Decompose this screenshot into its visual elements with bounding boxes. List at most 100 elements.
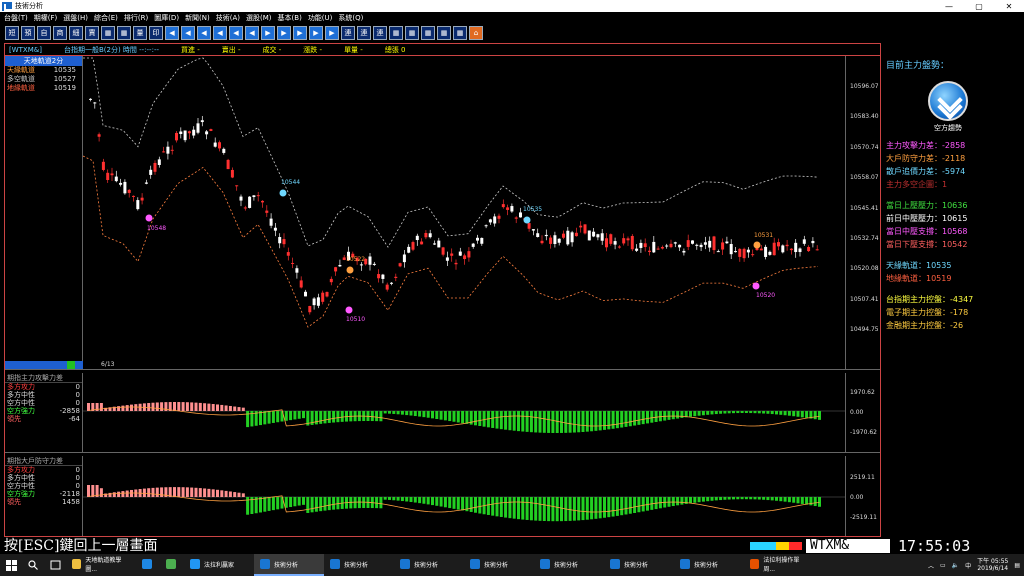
candle-body — [467, 251, 471, 258]
histogram-bar — [641, 411, 645, 425]
candle-body — [445, 257, 449, 261]
candle-body — [652, 241, 656, 253]
taskbar-app[interactable]: 法拉利操作單周... — [744, 554, 814, 576]
taskbar-app[interactable]: 技術分析 — [254, 554, 324, 576]
start-icon[interactable] — [0, 554, 22, 576]
toolbar-button[interactable]: 連 — [357, 25, 371, 40]
input-method-icon[interactable]: 中 — [965, 561, 971, 570]
menu-item-technical[interactable]: 技術(A) — [216, 13, 240, 23]
toolbar-button[interactable]: ◀ — [165, 25, 179, 40]
toolbar-button[interactable]: 印 — [149, 25, 163, 40]
toolbar-button[interactable]: ◀ — [213, 25, 227, 40]
menu-item-select[interactable]: 選盤(H) — [63, 13, 88, 23]
taskbar-date: 2019/6/14 — [977, 565, 1009, 572]
indicator-title[interactable]: 天地軌道2分 — [5, 56, 82, 66]
candle-body — [196, 123, 200, 133]
toolbar-button[interactable]: ◀ — [197, 25, 211, 40]
candle-body — [540, 240, 544, 244]
chevron-up-icon[interactable]: ︿ — [928, 561, 934, 570]
menu-item-futures[interactable]: 期權(F) — [34, 13, 58, 23]
volume-icon[interactable]: 🔈 — [952, 562, 959, 569]
histogram-bar — [719, 497, 723, 501]
price-chart[interactable]: 10544 10548 10522 10510 10535 10531 10520 6/13 … — [82, 56, 880, 369]
marker-label: 10520 — [756, 292, 775, 299]
candle-body — [471, 243, 475, 247]
toolbar-button[interactable]: ▦ — [405, 25, 419, 40]
toolbar-button[interactable]: 短 — [5, 25, 19, 40]
toolbar-button[interactable]: ▶ — [261, 25, 275, 40]
taskbar-app[interactable] — [160, 554, 184, 576]
menu-item-screener[interactable]: 選股(M) — [246, 13, 272, 23]
toolbar-button[interactable]: 自 — [37, 25, 51, 40]
toolbar-button[interactable]: ▶ — [277, 25, 291, 40]
toolbar-button[interactable]: ▶ — [309, 25, 323, 40]
toolbar-button[interactable]: ▦ — [437, 25, 451, 40]
menu-item-news[interactable]: 新聞(N) — [185, 13, 210, 23]
toolbar-button[interactable]: ⌂ — [469, 25, 483, 40]
menu-item-overview[interactable]: 綜合(E) — [94, 13, 118, 23]
taskbar-app[interactable] — [136, 554, 160, 576]
histogram-bar — [452, 411, 456, 422]
candle-body — [295, 268, 299, 273]
menu-item-fundamental[interactable]: 基本(B) — [278, 13, 302, 23]
histogram-bar — [633, 497, 637, 513]
taskbar-app[interactable]: 技術分析 — [674, 554, 744, 576]
candle-body — [497, 215, 501, 219]
toolbar-button[interactable]: ▦ — [389, 25, 403, 40]
candlestick-chart[interactable]: 10544 10548 10522 10510 10535 10531 10520 6/13 — [82, 56, 845, 369]
menu-item-functions[interactable]: 功能(U) — [308, 13, 333, 23]
histogram-bar — [314, 497, 318, 512]
toolbar-button[interactable]: ▶ — [293, 25, 307, 40]
candle-body — [385, 284, 389, 290]
attack-force-histogram[interactable] — [83, 373, 845, 452]
taskbar-app[interactable]: 天地軌道教學圖... — [66, 554, 136, 576]
search-icon[interactable] — [22, 554, 44, 576]
network-icon[interactable]: ▭ — [940, 562, 946, 569]
candle-body — [600, 233, 604, 241]
defense-force-histogram[interactable] — [83, 456, 845, 536]
histogram-bar — [469, 497, 473, 512]
histogram-bar — [521, 411, 525, 432]
toolbar-button[interactable]: ▦ — [453, 25, 467, 40]
task-view-icon[interactable] — [44, 554, 66, 576]
taskbar-app[interactable]: 技術分析 — [604, 554, 674, 576]
sub-panel-title[interactable]: 期指大戶防守力差 — [5, 456, 82, 466]
toolbar-button[interactable]: ◀ — [181, 25, 195, 40]
toolbar-button[interactable]: ◀ — [245, 25, 259, 40]
toolbar-button[interactable]: ▦ — [421, 25, 435, 40]
taskbar-app[interactable]: 技術分析 — [464, 554, 534, 576]
toolbar-button[interactable]: 預 — [21, 25, 35, 40]
toolbar-button[interactable]: 連 — [341, 25, 355, 40]
menu-item-quote[interactable]: 台盤(T) — [4, 13, 28, 23]
toolbar-button[interactable]: ▶ — [325, 25, 339, 40]
taskbar-app[interactable]: 技術分析 — [534, 554, 604, 576]
toolbar-button[interactable]: 量 — [133, 25, 147, 40]
taskbar-app[interactable]: 技術分析 — [324, 554, 394, 576]
candle-body — [235, 185, 239, 187]
histogram-bar — [783, 411, 787, 416]
candle-body — [734, 251, 737, 253]
sub-value: 0 — [75, 482, 80, 490]
toolbar-button[interactable]: 賈 — [85, 25, 99, 40]
menu-item-system[interactable]: 系統(Q) — [338, 13, 363, 23]
toolbar-button[interactable]: 細 — [69, 25, 83, 40]
candle-body — [458, 251, 462, 256]
taskbar-app[interactable]: 技術分析 — [394, 554, 464, 576]
menu-item-charts[interactable]: 圖庫(D) — [154, 13, 179, 23]
toolbar-button[interactable]: ▦ — [101, 25, 115, 40]
close-button[interactable]: ✕ — [994, 2, 1024, 11]
toolbar-button[interactable]: 連 — [373, 25, 387, 40]
histogram-bar — [396, 411, 400, 415]
toolbar-button[interactable]: 商 — [53, 25, 67, 40]
notification-icon[interactable]: ▤ — [1014, 562, 1020, 569]
symbol-code-box[interactable]: WTXM& — [806, 539, 890, 553]
taskbar-clock[interactable]: 下午 05:55 2019/6/14 — [977, 558, 1008, 572]
maximize-button[interactable]: ▢ — [964, 2, 994, 11]
taskbar-app[interactable]: 法拉利贏家 — [184, 554, 254, 576]
toolbar-button[interactable]: ▦ — [117, 25, 131, 40]
minimize-button[interactable]: — — [934, 2, 964, 11]
menu-item-ranking[interactable]: 排行(R) — [124, 13, 148, 23]
sub-panel-title[interactable]: 期指主力攻擊力差 — [5, 373, 82, 383]
toolbar-button[interactable]: ◀ — [229, 25, 243, 40]
scroll-indicator[interactable] — [5, 361, 83, 369]
